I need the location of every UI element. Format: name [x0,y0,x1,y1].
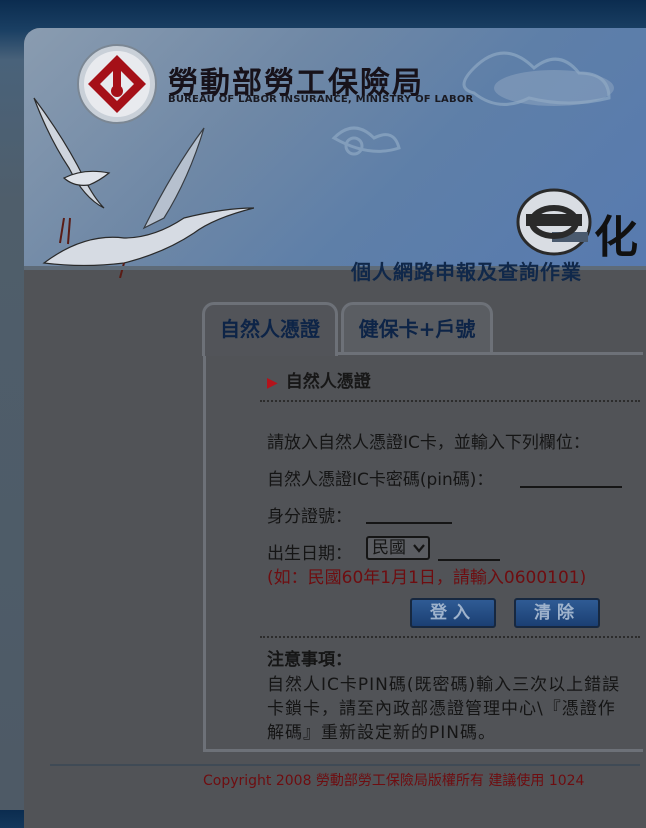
copyright-text: Copyright 2008 勞動部勞工保險局版權所有 建議使用 1024 [203,773,585,789]
notice-divider [260,636,640,638]
tab-health-card[interactable]: 健保卡+戶號 [341,302,493,352]
birth-date-hint: (如：民國60年1月1日，請輸入0600101) [267,568,587,588]
e-service-logo-icon: 化 [516,188,638,263]
pin-input[interactable] [520,466,622,488]
notice-line: 自然人IC卡PIN碼(既密碼)輸入三次以上錯誤 [267,675,621,695]
pin-label: 自然人憑證IC卡密碼(pin碼)： [267,470,494,490]
footer-divider [50,764,640,766]
clear-button[interactable]: 清除 [514,598,600,628]
section-title-text: 自然人憑證 [285,372,371,392]
notice-title: 注意事項： [267,650,352,670]
e-logo-char: 化 [594,212,638,263]
era-selected-value: 民國 [372,538,406,558]
id-label: 身分證號： [267,507,352,527]
chevron-down-icon [413,544,425,553]
id-number-input[interactable] [366,502,452,524]
birth-date-label: 出生日期： [267,544,352,564]
instruction-text: 請放入自然人憑證IC卡，並輸入下列欄位： [267,433,590,453]
bureau-logo-icon [77,44,157,124]
triangle-bullet-icon: ▶ [267,375,278,391]
notice-line: 卡鎖卡，請至內政部憑證管理中心\『憑證作 [267,699,616,719]
bureau-title-english: BUREAU OF LABOR INSURANCE, MINISTRY OF L… [168,94,474,105]
era-select[interactable]: 民國 [366,536,430,560]
tab-citizen-certificate[interactable]: 自然人憑證 [202,302,338,356]
notice-line: 解碼』重新設定新的PIN碼。 [267,723,496,743]
login-button[interactable]: 登入 [410,598,496,628]
header-banner: 勞動部勞工保險局 BUREAU OF LABOR INSURANCE, MINI… [24,28,646,278]
page-title: 個人網路申報及查詢作業 [351,260,582,284]
section-divider [260,400,640,402]
section-title: ▶ 自然人憑證 [267,367,371,392]
birth-date-input[interactable] [438,539,500,561]
